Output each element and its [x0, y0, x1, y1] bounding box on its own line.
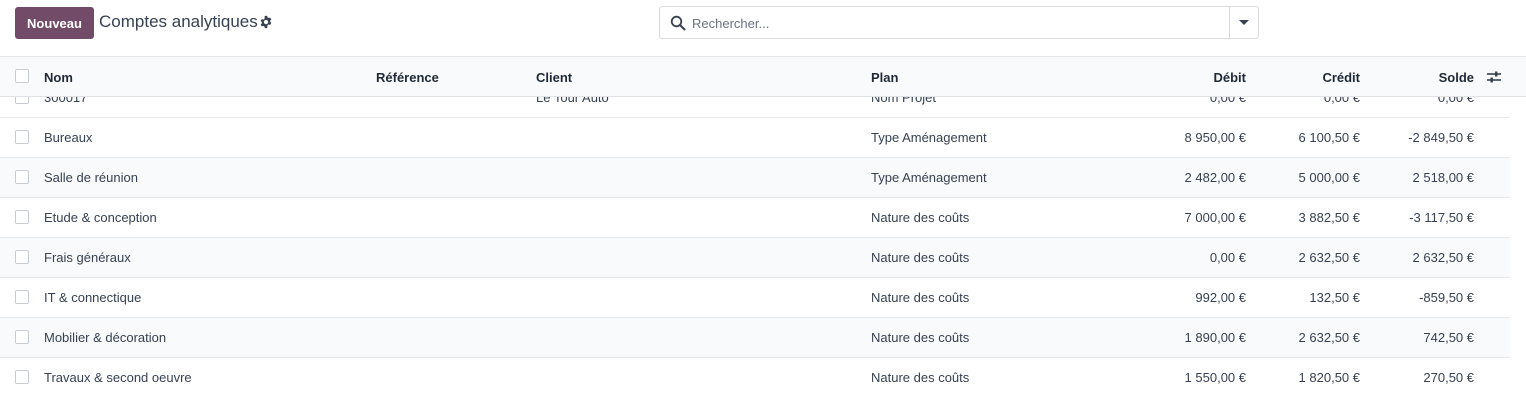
cell-name: Frais généraux: [44, 250, 131, 265]
column-header-credit[interactable]: Crédit: [1322, 70, 1360, 85]
cell-balance: -3 117,50 €: [1409, 210, 1474, 225]
table-row[interactable]: Travaux & second oeuvre Nature des coûts 1…: [0, 358, 1510, 396]
cell-balance: 2 518,00 €: [1412, 170, 1474, 185]
table-row[interactable]: IT & connectique Nature des coûts 992,00 €…: [0, 278, 1510, 318]
row-checkbox[interactable]: [15, 250, 29, 264]
cell-debit: 1 890,00 €: [1184, 330, 1246, 345]
cell-debit: 0,00 €: [1209, 250, 1246, 265]
cell-plan: Nature des coûts: [871, 330, 970, 345]
column-header-plan[interactable]: Plan: [871, 70, 898, 85]
cell-debit: 1 550,00 €: [1184, 370, 1246, 385]
row-checkbox[interactable]: [15, 370, 29, 384]
table-row[interactable]: Frais généraux Nature des coûts 0,00 € 2 63…: [0, 238, 1510, 278]
column-settings-icon[interactable]: [1486, 70, 1502, 84]
cell-debit: 7 000,00 €: [1184, 210, 1246, 225]
page-title: Comptes analytiques: [99, 12, 258, 31]
cell-name: Travaux & second oeuvre: [44, 370, 192, 385]
scrollbar-track[interactable]: [1510, 97, 1526, 396]
column-header-reference[interactable]: Référence: [376, 70, 439, 85]
select-all-checkbox[interactable]: [15, 69, 29, 83]
column-header-debit[interactable]: Débit: [1214, 70, 1247, 85]
cell-name: Etude & conception: [44, 210, 157, 225]
cell-plan: Nature des coûts: [871, 290, 970, 305]
cell-balance: 2 632,50 €: [1412, 250, 1474, 265]
new-button[interactable]: Nouveau: [15, 7, 94, 39]
search-input[interactable]: [692, 11, 1222, 35]
cell-credit: 1 820,50 €: [1298, 370, 1360, 385]
table-row[interactable]: Salle de réunion Type Aménagement 2 482,00…: [0, 158, 1510, 198]
row-checkbox[interactable]: [15, 330, 29, 344]
row-checkbox[interactable]: [15, 210, 29, 224]
row-checkbox[interactable]: [15, 170, 29, 184]
cell-credit: 2 632,50 €: [1298, 250, 1360, 265]
cell-plan: Type Aménagement: [871, 170, 987, 185]
cell-plan: Nature des coûts: [871, 210, 970, 225]
cell-debit: 2 482,00 €: [1184, 170, 1246, 185]
cell-name: Mobilier & décoration: [44, 330, 167, 345]
column-header-client[interactable]: Client: [536, 70, 572, 85]
table-row[interactable]: Bureaux Type Aménagement 8 950,00 € 6 100,5…: [0, 118, 1510, 158]
search-icon: [670, 15, 686, 31]
row-checkbox[interactable]: [15, 130, 29, 144]
cell-balance: -2 849,50 €: [1408, 130, 1474, 145]
cell-credit: 5 000,00 €: [1298, 170, 1360, 185]
table-row[interactable]: Etude & conception Nature des coûts 7 000,…: [0, 198, 1510, 238]
cell-credit: 132,50 €: [1309, 290, 1360, 305]
row-checkbox[interactable]: [15, 290, 29, 304]
list-view: Nom Référence Client Plan Débit Crédit S…: [0, 56, 1526, 396]
cell-credit: 2 632,50 €: [1298, 330, 1360, 345]
cell-plan: Nature des coûts: [871, 370, 970, 385]
search-bar: [659, 6, 1259, 39]
table-row[interactable]: Mobilier & décoration Nature des coûts 1 8…: [0, 318, 1510, 358]
cell-balance: -859,50 €: [1419, 290, 1474, 305]
cell-name: Salle de réunion: [44, 170, 138, 185]
column-header-name[interactable]: Nom: [44, 70, 73, 85]
cell-credit: 6 100,50 €: [1298, 130, 1360, 145]
cell-balance: 742,50 €: [1423, 330, 1474, 345]
cell-balance: 270,50 €: [1423, 370, 1474, 385]
search-options-toggle[interactable]: [1229, 7, 1258, 38]
column-header-balance[interactable]: Solde: [1439, 70, 1474, 85]
table-header: Nom Référence Client Plan Débit Crédit S…: [0, 57, 1526, 97]
control-panel: Nouveau Comptes analytiques: [0, 0, 1526, 56]
cell-debit: 992,00 €: [1195, 290, 1246, 305]
cell-plan: Nature des coûts: [871, 250, 970, 265]
cell-name: IT & connectique: [44, 290, 142, 305]
gear-icon[interactable]: [259, 15, 273, 29]
cell-credit: 3 882,50 €: [1298, 210, 1360, 225]
cell-name: Bureaux: [44, 130, 93, 145]
cell-debit: 8 950,00 €: [1184, 130, 1246, 145]
cell-plan: Type Aménagement: [871, 130, 987, 145]
caret-down-icon: [1239, 20, 1249, 25]
